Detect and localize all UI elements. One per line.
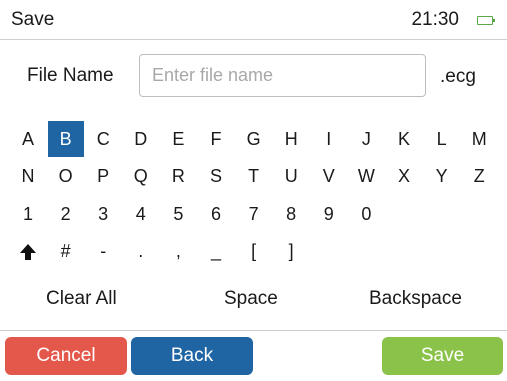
key-T[interactable]: T: [236, 159, 272, 195]
key-K[interactable]: K: [386, 121, 422, 157]
file-extension: .ecg: [440, 66, 476, 87]
clock: 21:30: [411, 9, 459, 30]
key-H[interactable]: H: [273, 121, 309, 157]
key-O[interactable]: O: [48, 159, 84, 195]
key--[interactable]: -: [85, 234, 121, 270]
key-3[interactable]: 3: [85, 196, 121, 232]
key-M[interactable]: M: [461, 121, 497, 157]
key-#[interactable]: #: [48, 234, 84, 270]
save-button[interactable]: Save: [382, 337, 503, 375]
key-F[interactable]: F: [198, 121, 234, 157]
key-V[interactable]: V: [311, 159, 347, 195]
clear-all-button[interactable]: Clear All: [46, 288, 117, 310]
back-button[interactable]: Back: [131, 337, 253, 375]
key-S[interactable]: S: [198, 159, 234, 195]
key-5[interactable]: 5: [160, 196, 196, 232]
file-name-input[interactable]: [139, 54, 426, 97]
key-4[interactable]: 4: [123, 196, 159, 232]
cancel-button[interactable]: Cancel: [5, 337, 127, 375]
key-I[interactable]: I: [311, 121, 347, 157]
space-button[interactable]: Space: [224, 288, 278, 310]
key-A[interactable]: A: [10, 121, 46, 157]
key-9[interactable]: 9: [311, 196, 347, 232]
key-E[interactable]: E: [160, 121, 196, 157]
key-.[interactable]: .: [123, 234, 159, 270]
key-][interactable]: ]: [273, 234, 309, 270]
key-7[interactable]: 7: [236, 196, 272, 232]
backspace-button[interactable]: Backspace: [369, 288, 462, 310]
key-8[interactable]: 8: [273, 196, 309, 232]
key-L[interactable]: L: [424, 121, 460, 157]
key-W[interactable]: W: [348, 159, 384, 195]
shift-arrow-icon[interactable]: [10, 234, 46, 270]
key-G[interactable]: G: [236, 121, 272, 157]
key-B[interactable]: B: [47, 121, 84, 157]
key-C[interactable]: C: [85, 121, 121, 157]
footer-divider: [0, 330, 507, 331]
key-2[interactable]: 2: [48, 196, 84, 232]
key-D[interactable]: D: [123, 121, 159, 157]
key-Z[interactable]: Z: [461, 159, 497, 195]
key-J[interactable]: J: [348, 121, 384, 157]
key-0[interactable]: 0: [348, 196, 384, 232]
key-[[interactable]: [: [236, 234, 272, 270]
key-U[interactable]: U: [273, 159, 309, 195]
key-N[interactable]: N: [10, 159, 46, 195]
battery-full-icon: [477, 16, 495, 25]
key-X[interactable]: X: [386, 159, 422, 195]
key-_[interactable]: _: [198, 234, 234, 270]
file-name-label: File Name: [27, 65, 114, 86]
key-,[interactable]: ,: [160, 234, 196, 270]
title-bar: Save 21:30: [0, 0, 507, 40]
key-Y[interactable]: Y: [424, 159, 460, 195]
key-P[interactable]: P: [85, 159, 121, 195]
key-1[interactable]: 1: [10, 196, 46, 232]
key-6[interactable]: 6: [198, 196, 234, 232]
page-title: Save: [11, 9, 55, 30]
key-R[interactable]: R: [160, 159, 196, 195]
key-Q[interactable]: Q: [123, 159, 159, 195]
